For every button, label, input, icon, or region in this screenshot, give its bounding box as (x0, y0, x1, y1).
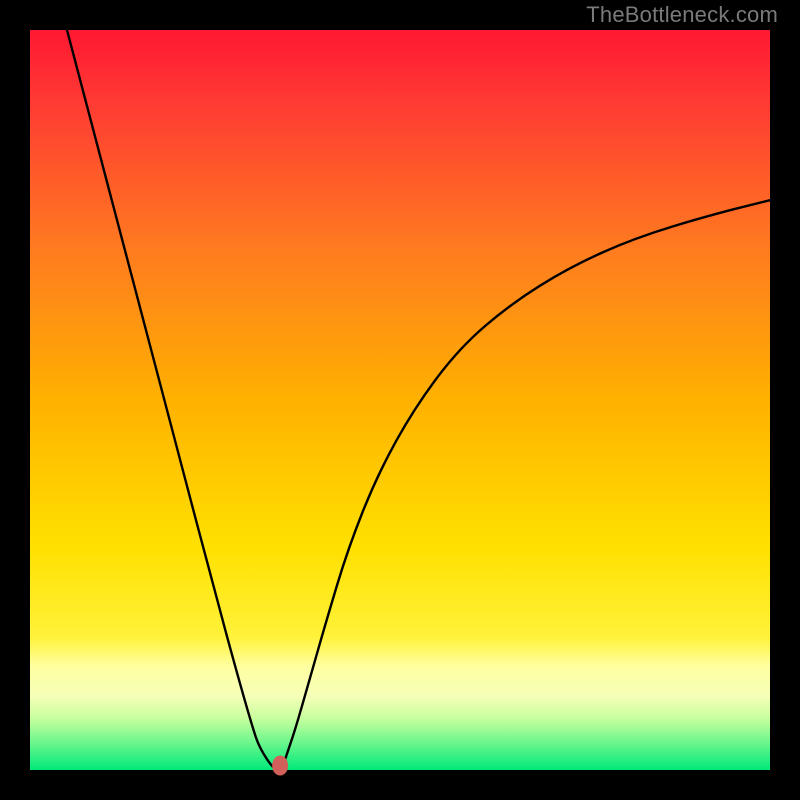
watermark-text: TheBottleneck.com (586, 2, 778, 28)
minimum-marker (272, 756, 288, 776)
chart-frame: TheBottleneck.com (0, 0, 800, 800)
plot-background (30, 30, 770, 770)
chart-canvas (0, 0, 800, 800)
